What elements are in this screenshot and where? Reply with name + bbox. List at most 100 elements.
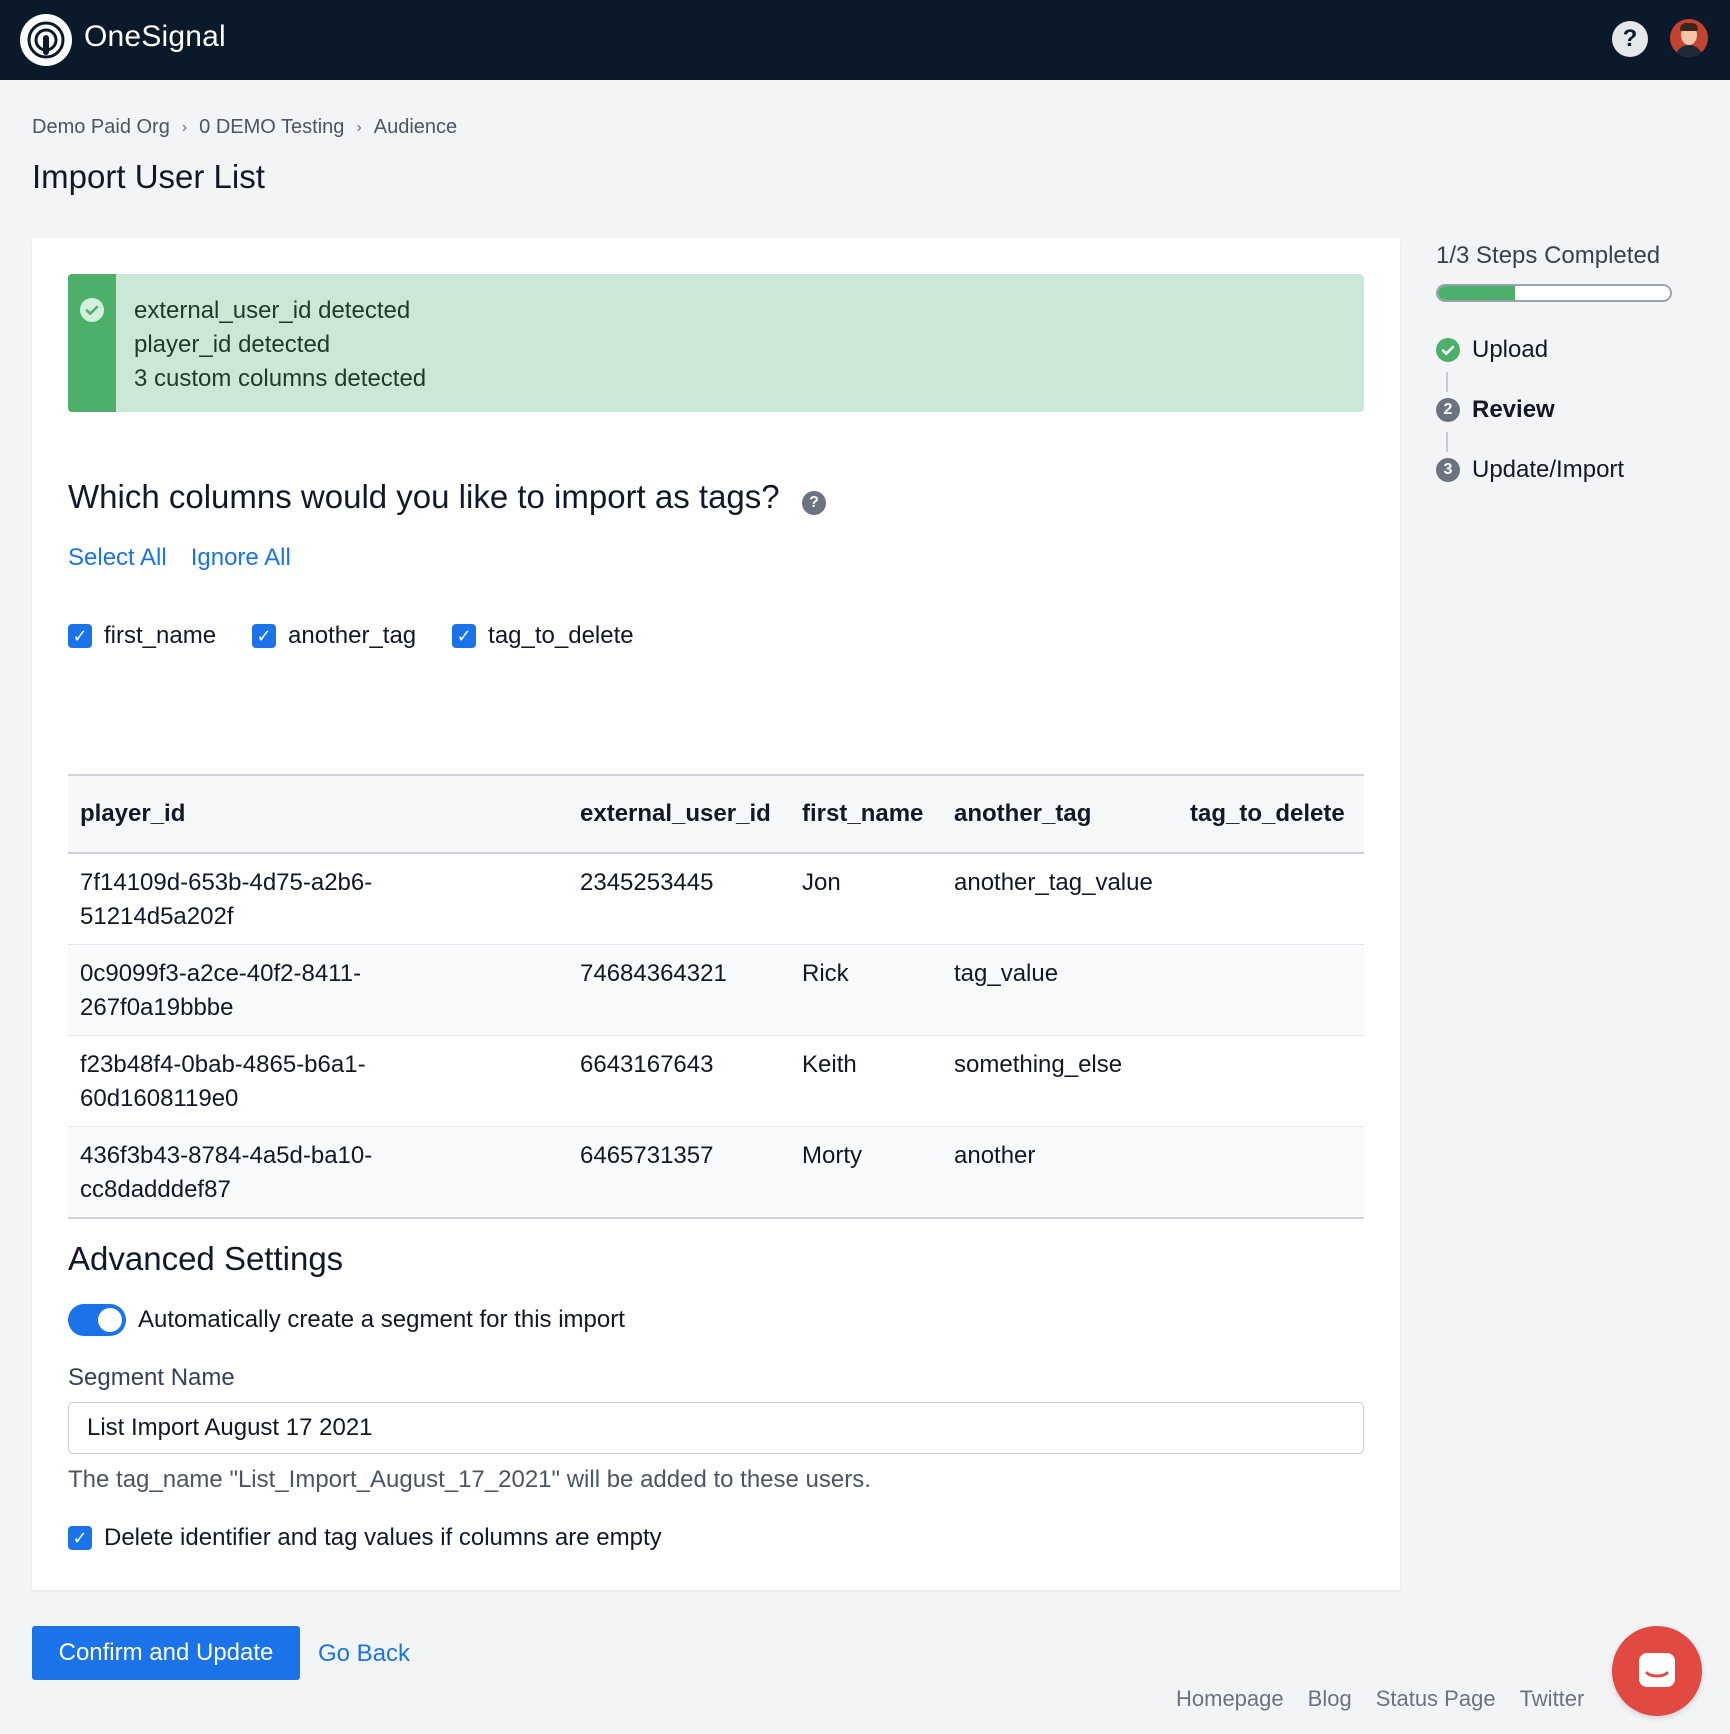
player-id-part: 0c9099f3-a2ce-40f2-8411- bbox=[80, 960, 362, 987]
player-id-part: cc8dadddef87 bbox=[80, 1176, 231, 1203]
external-user-id-cell: 74684364321 bbox=[580, 960, 727, 987]
step-connector bbox=[1446, 372, 1448, 392]
page-title: Import User List bbox=[32, 158, 265, 195]
tag-checkbox-list: ✓ first_name ✓ another_tag ✓ tag_to_dele… bbox=[68, 622, 634, 650]
tag-checkbox-tag-to-delete[interactable]: ✓ tag_to_delete bbox=[452, 622, 634, 650]
check-circle-icon bbox=[80, 298, 104, 322]
detection-alert: external_user_id detected player_id dete… bbox=[68, 274, 1364, 412]
tag-to-delete-cell bbox=[1178, 853, 1364, 945]
checkbox-checked-icon[interactable]: ✓ bbox=[68, 1526, 92, 1550]
segment-name-input[interactable] bbox=[68, 1402, 1364, 1454]
tag-checkbox-first-name[interactable]: ✓ first_name bbox=[68, 622, 216, 650]
checkbox-checked-icon[interactable]: ✓ bbox=[252, 624, 277, 648]
player-id-part: 60d1608119e0 bbox=[80, 1085, 239, 1112]
columns-heading: Which columns would you like to import a… bbox=[68, 478, 780, 515]
step-label: Update/Import bbox=[1472, 456, 1625, 483]
first-name-cell: Morty bbox=[802, 1142, 862, 1169]
steps-progress-bar bbox=[1436, 284, 1672, 302]
help-icon[interactable]: ? bbox=[1612, 21, 1648, 57]
external-user-id-cell: 6643167643 bbox=[580, 1051, 714, 1078]
delete-empty-checkbox[interactable]: ✓ Delete identifier and tag values if co… bbox=[68, 1524, 662, 1552]
breadcrumb-item-audience[interactable]: Audience bbox=[374, 116, 457, 139]
column-header: another_tag bbox=[954, 800, 1092, 827]
app-name-part2: Signal bbox=[141, 20, 226, 53]
checkbox-label: Delete identifier and tag values if colu… bbox=[104, 1524, 662, 1551]
player-id-part: 436f3b43-8784-4a5d-ba10- bbox=[80, 1142, 373, 1169]
footer-link-status-page[interactable]: Status Page bbox=[1376, 1686, 1496, 1712]
column-header: first_name bbox=[802, 800, 924, 827]
external-user-id-cell: 2345253445 bbox=[580, 869, 714, 896]
table-row: 7f14109d-653b-4d75-a2b6- 51214d5a202f 234… bbox=[68, 853, 1364, 945]
column-header: tag_to_delete bbox=[1190, 800, 1345, 827]
step-update-import: 3 Update/Import bbox=[1436, 456, 1624, 484]
first-name-cell: Keith bbox=[802, 1051, 857, 1078]
segment-tag-help-text: The tag_name "List_Import_August_17_2021… bbox=[68, 1466, 871, 1493]
segment-name-label: Segment Name bbox=[68, 1364, 235, 1391]
tag-to-delete-cell bbox=[1178, 945, 1364, 1036]
player-id-cell: 436f3b43-8784-4a5d-ba10- cc8dadddef87 bbox=[68, 1127, 568, 1219]
alert-line: player_id detected bbox=[134, 331, 331, 358]
avatar[interactable] bbox=[1670, 19, 1708, 57]
breadcrumb: Demo Paid Org › 0 DEMO Testing › Audienc… bbox=[32, 116, 457, 139]
breadcrumb-separator-icon: › bbox=[356, 118, 362, 136]
chat-launcher-icon[interactable] bbox=[1612, 1626, 1702, 1716]
table-row: f23b48f4-0bab-4865-b6a1- 60d1608119e0 664… bbox=[68, 1036, 1364, 1127]
table-row: 0c9099f3-a2ce-40f2-8411- 267f0a19bbbe 746… bbox=[68, 944, 1364, 1036]
select-all-link[interactable]: Select All bbox=[68, 544, 167, 572]
player-id-part: 267f0a19bbbe bbox=[80, 994, 234, 1021]
player-id-part: 51214d5a202f bbox=[80, 903, 234, 930]
preview-table: player_id external_user_id first_name an… bbox=[68, 774, 1364, 1219]
auto-segment-toggle[interactable] bbox=[68, 1304, 126, 1336]
checkbox-label: another_tag bbox=[288, 622, 417, 649]
tag-to-delete-cell bbox=[1178, 1036, 1364, 1127]
another-tag-cell: another_tag_value bbox=[954, 869, 1153, 896]
footer-link-twitter[interactable]: Twitter bbox=[1520, 1686, 1585, 1712]
step-number-icon: 2 bbox=[1436, 398, 1460, 422]
player-id-cell: f23b48f4-0bab-4865-b6a1- 60d1608119e0 bbox=[68, 1036, 568, 1127]
checkbox-label: first_name bbox=[104, 622, 217, 649]
auto-segment-label: Automatically create a segment for this … bbox=[138, 1306, 625, 1333]
step-review: 2 Review bbox=[1436, 396, 1555, 424]
another-tag-cell: another bbox=[954, 1142, 1036, 1169]
tag-checkbox-another-tag[interactable]: ✓ another_tag bbox=[252, 622, 416, 650]
breadcrumb-item-app[interactable]: 0 DEMO Testing bbox=[199, 116, 344, 139]
breadcrumb-item-org[interactable]: Demo Paid Org bbox=[32, 116, 170, 139]
top-navbar: OneSignal ? bbox=[0, 0, 1730, 80]
column-header: external_user_id bbox=[580, 800, 771, 827]
column-header: player_id bbox=[80, 800, 186, 827]
ignore-all-link[interactable]: Ignore All bbox=[191, 544, 291, 572]
alert-text: external_user_id detected player_id dete… bbox=[134, 294, 426, 396]
checkbox-checked-icon[interactable]: ✓ bbox=[452, 624, 477, 648]
step-upload: Upload bbox=[1436, 336, 1548, 364]
alert-status-bar bbox=[68, 274, 116, 412]
player-id-part: 7f14109d-653b-4d75-a2b6- bbox=[80, 869, 373, 896]
tag-to-delete-cell bbox=[1178, 1127, 1364, 1219]
app-name[interactable]: OneSignal bbox=[84, 20, 226, 54]
player-id-cell: 0c9099f3-a2ce-40f2-8411- 267f0a19bbbe bbox=[68, 945, 568, 1036]
footer-link-blog[interactable]: Blog bbox=[1308, 1686, 1352, 1712]
step-number-icon: 3 bbox=[1436, 458, 1460, 482]
go-back-link[interactable]: Go Back bbox=[318, 1640, 410, 1668]
step-connector bbox=[1446, 432, 1448, 452]
player-id-cell: 7f14109d-653b-4d75-a2b6- 51214d5a202f bbox=[68, 853, 568, 945]
breadcrumb-separator-icon: › bbox=[181, 118, 188, 136]
toggle-knob bbox=[98, 1308, 122, 1332]
alert-line: external_user_id detected bbox=[134, 297, 411, 324]
progress-fill bbox=[1438, 286, 1516, 300]
player-id-part: f23b48f4-0bab-4865-b6a1- bbox=[80, 1051, 366, 1078]
checkbox-checked-icon[interactable]: ✓ bbox=[68, 624, 92, 648]
question-help-icon[interactable]: ? bbox=[802, 491, 826, 515]
advanced-settings-title: Advanced Settings bbox=[68, 1240, 344, 1277]
footer-links: Homepage Blog Status Page Twitter bbox=[1176, 1686, 1584, 1712]
column-actions: Select All Ignore All bbox=[68, 544, 291, 572]
checkbox-label: tag_to_delete bbox=[488, 622, 634, 649]
first-name-cell: Rick bbox=[802, 960, 849, 987]
table-row: 436f3b43-8784-4a5d-ba10- cc8dadddef87 646… bbox=[68, 1126, 1364, 1219]
alert-line: 3 custom columns detected bbox=[134, 365, 427, 392]
footer-link-homepage[interactable]: Homepage bbox=[1176, 1686, 1284, 1712]
step-label: Review bbox=[1472, 396, 1555, 423]
confirm-and-update-button[interactable]: Confirm and Update bbox=[32, 1626, 300, 1680]
external-user-id-cell: 6465731357 bbox=[580, 1142, 714, 1169]
table-header-row: player_id external_user_id first_name an… bbox=[68, 775, 1364, 853]
onesignal-logo-icon[interactable] bbox=[20, 14, 72, 66]
